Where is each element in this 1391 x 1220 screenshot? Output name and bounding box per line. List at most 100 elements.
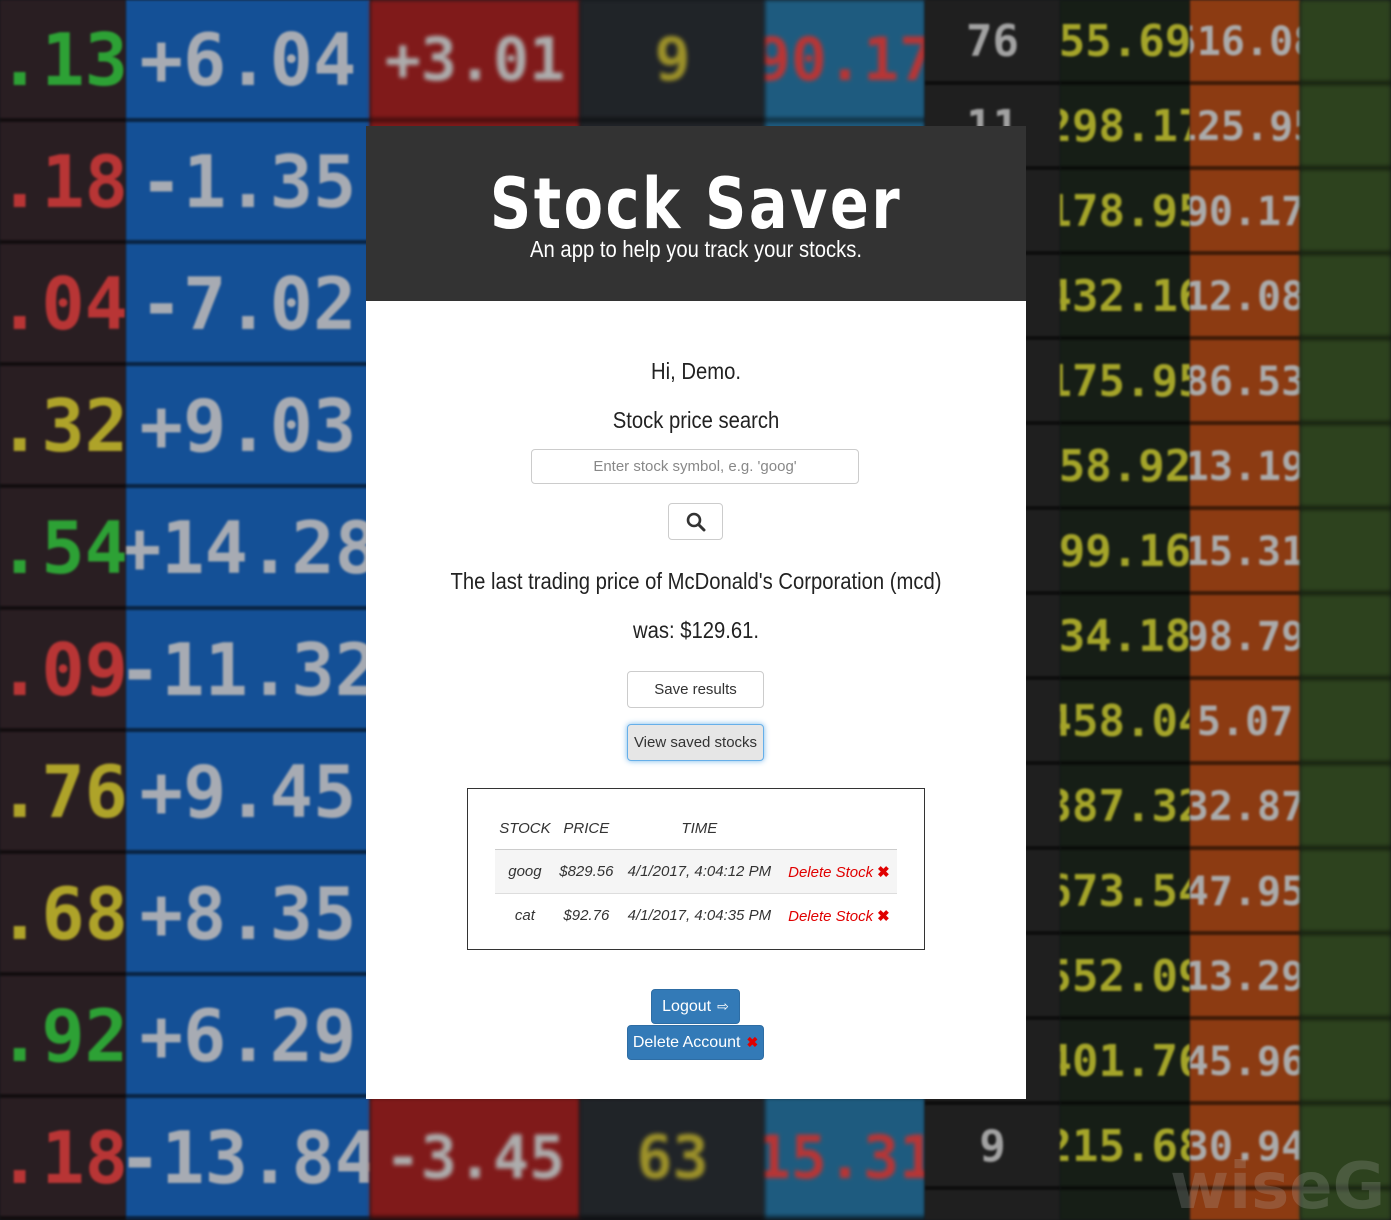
ticker-value: [1300, 767, 1391, 850]
table-row: cat $92.76 4/1/2017, 4:04:35 PM Delete S…: [495, 894, 897, 938]
ticker-value: [1300, 2, 1391, 85]
saved-stocks-panel: STOCK PRICE TIME goog $829.56 4/1/2017, …: [467, 788, 925, 950]
ticker-value: 552.09: [1060, 937, 1190, 1020]
ticker-value: +9.45: [126, 734, 370, 854]
cell-time: 4/1/2017, 4:04:35 PM: [627, 907, 772, 924]
search-input[interactable]: [531, 449, 859, 484]
search-button[interactable]: [668, 503, 723, 540]
cell-action: Delete Stock ✖: [780, 849, 897, 894]
delete-stock-link[interactable]: Delete Stock: [788, 864, 873, 881]
ticker-value: .18: [0, 1100, 126, 1220]
ticker-value: .09: [0, 612, 126, 732]
table-header-row: STOCK PRICE TIME: [495, 807, 897, 850]
header: Stock Saver An app to help you track you…: [366, 126, 1026, 301]
ticker-value: [1300, 172, 1391, 255]
cell-action: Delete Stock ✖: [781, 894, 897, 938]
watermark: wiseGE: [1170, 1150, 1391, 1220]
ticker-value: +8.35: [126, 856, 370, 976]
view-saved-stocks-button[interactable]: View saved stocks: [627, 724, 764, 761]
ticker-value: 458.04: [1060, 682, 1190, 765]
ticker-value: -13.84: [126, 1100, 370, 1220]
ticker-value: 673.54: [1060, 852, 1190, 935]
close-icon[interactable]: ✖: [877, 908, 890, 925]
ticker-value: [1300, 1022, 1391, 1105]
ticker-value: .18: [0, 124, 126, 244]
ticker-value: 9: [925, 1107, 1060, 1190]
ticker-column: 55.69298.17178.95432.16175.9558.9299.163…: [1060, 0, 1190, 1220]
search-label: Stock price search: [612, 407, 780, 433]
ticker-value: .76: [0, 734, 126, 854]
ticker-value: 298.17: [1060, 87, 1190, 170]
ticker-value: 175.95: [1060, 342, 1190, 425]
ticker-value: .54: [0, 490, 126, 610]
ticker-value: -1.35: [126, 124, 370, 244]
close-icon[interactable]: ✖: [877, 864, 890, 881]
ticker-value: [1300, 682, 1391, 765]
ticker-value: 13.19: [1190, 427, 1300, 510]
ticker-value: [1300, 257, 1391, 340]
cell-time: 4/1/2017, 4:04:12 PM: [617, 849, 781, 894]
ticker-value: [1300, 342, 1391, 425]
ticker-value: 76: [925, 2, 1060, 85]
ticker-value: -7.02: [126, 246, 370, 366]
ticker-value: 32.87: [1190, 767, 1300, 850]
ticker-value: 5.07: [1190, 682, 1300, 765]
ticker-value: .92: [0, 978, 126, 1098]
logout-label: Logout: [662, 997, 712, 1015]
ticker-value: [1300, 512, 1391, 595]
ticker-value: 86.53: [1190, 342, 1300, 425]
ticker-value: .13: [0, 2, 126, 122]
ticker-column: 516.08125.9590.1712.0886.5313.1915.3198.…: [1190, 0, 1300, 1220]
delete-account-label: Delete Account: [632, 1033, 741, 1051]
result-text: The last trading price of McDonald's Cor…: [450, 568, 942, 594]
logout-button[interactable]: Logout ⇨: [651, 989, 740, 1024]
ticker-value: +6.04: [126, 2, 370, 122]
ticker-value: 15.31: [1190, 512, 1300, 595]
ticker-value: +3.01: [370, 2, 580, 122]
ticker-value: [1300, 852, 1391, 935]
ticker-value: +6.29: [126, 978, 370, 1098]
ticker-value: .68: [0, 856, 126, 976]
ticker-value: 12.08: [1190, 257, 1300, 340]
ticker-value: 178.95: [1060, 172, 1190, 255]
search-icon: [686, 512, 705, 531]
ticker-value: 55.69: [1060, 2, 1190, 85]
ticker-value: 9: [580, 2, 765, 122]
ticker-value: [1300, 597, 1391, 680]
ticker-value: 47.95: [1190, 852, 1300, 935]
column-header-action: [780, 807, 897, 850]
ticker-value: .04: [0, 246, 126, 366]
ticker-value: 99.16: [1060, 512, 1190, 595]
ticker-value: 45.96: [1190, 1022, 1300, 1105]
result-price: was: $129.61.: [632, 617, 760, 643]
ticker-value: 401.76: [1060, 1022, 1190, 1105]
ticker-value: 387.32: [1060, 767, 1190, 850]
ticker-column: [1300, 0, 1391, 1220]
ticker-value: 90.17: [1190, 172, 1300, 255]
column-header-time: TIME: [617, 807, 781, 850]
delete-account-button[interactable]: Delete Account ✖: [627, 1025, 764, 1060]
ticker-value: 516.08: [1190, 2, 1300, 85]
ticker-value: 90.17: [765, 2, 925, 122]
ticker-value: 58.92: [1060, 427, 1190, 510]
ticker-value: +9.03: [126, 368, 370, 488]
ticker-value: [1300, 87, 1391, 170]
ticker-value: [1300, 427, 1391, 510]
save-results-button[interactable]: Save results: [627, 671, 764, 708]
app-subtitle: An app to help you track your stocks.: [530, 236, 862, 262]
cell-price: $829.56: [554, 849, 618, 894]
ticker-column: .13.18.04.32.54.09.76.68.92.18: [0, 0, 126, 1220]
ticker-value: -11.32: [126, 612, 370, 732]
app-title: Stock Saver: [489, 163, 903, 245]
delete-stock-link[interactable]: Delete Stock: [788, 908, 873, 925]
ticker-value: 432.16: [1060, 257, 1190, 340]
ticker-value: 15.31: [765, 1100, 925, 1220]
ticker-value: 98.79: [1190, 597, 1300, 680]
ticker-value: 34.18: [1060, 597, 1190, 680]
column-header-price: PRICE: [554, 807, 618, 850]
ticker-value: 63: [580, 1100, 765, 1220]
ticker-value: 125.95: [1190, 87, 1300, 170]
ticker-value: .32: [0, 368, 126, 488]
greeting: Hi, Demo.: [651, 358, 741, 384]
cell-price: $92.76: [563, 907, 610, 924]
